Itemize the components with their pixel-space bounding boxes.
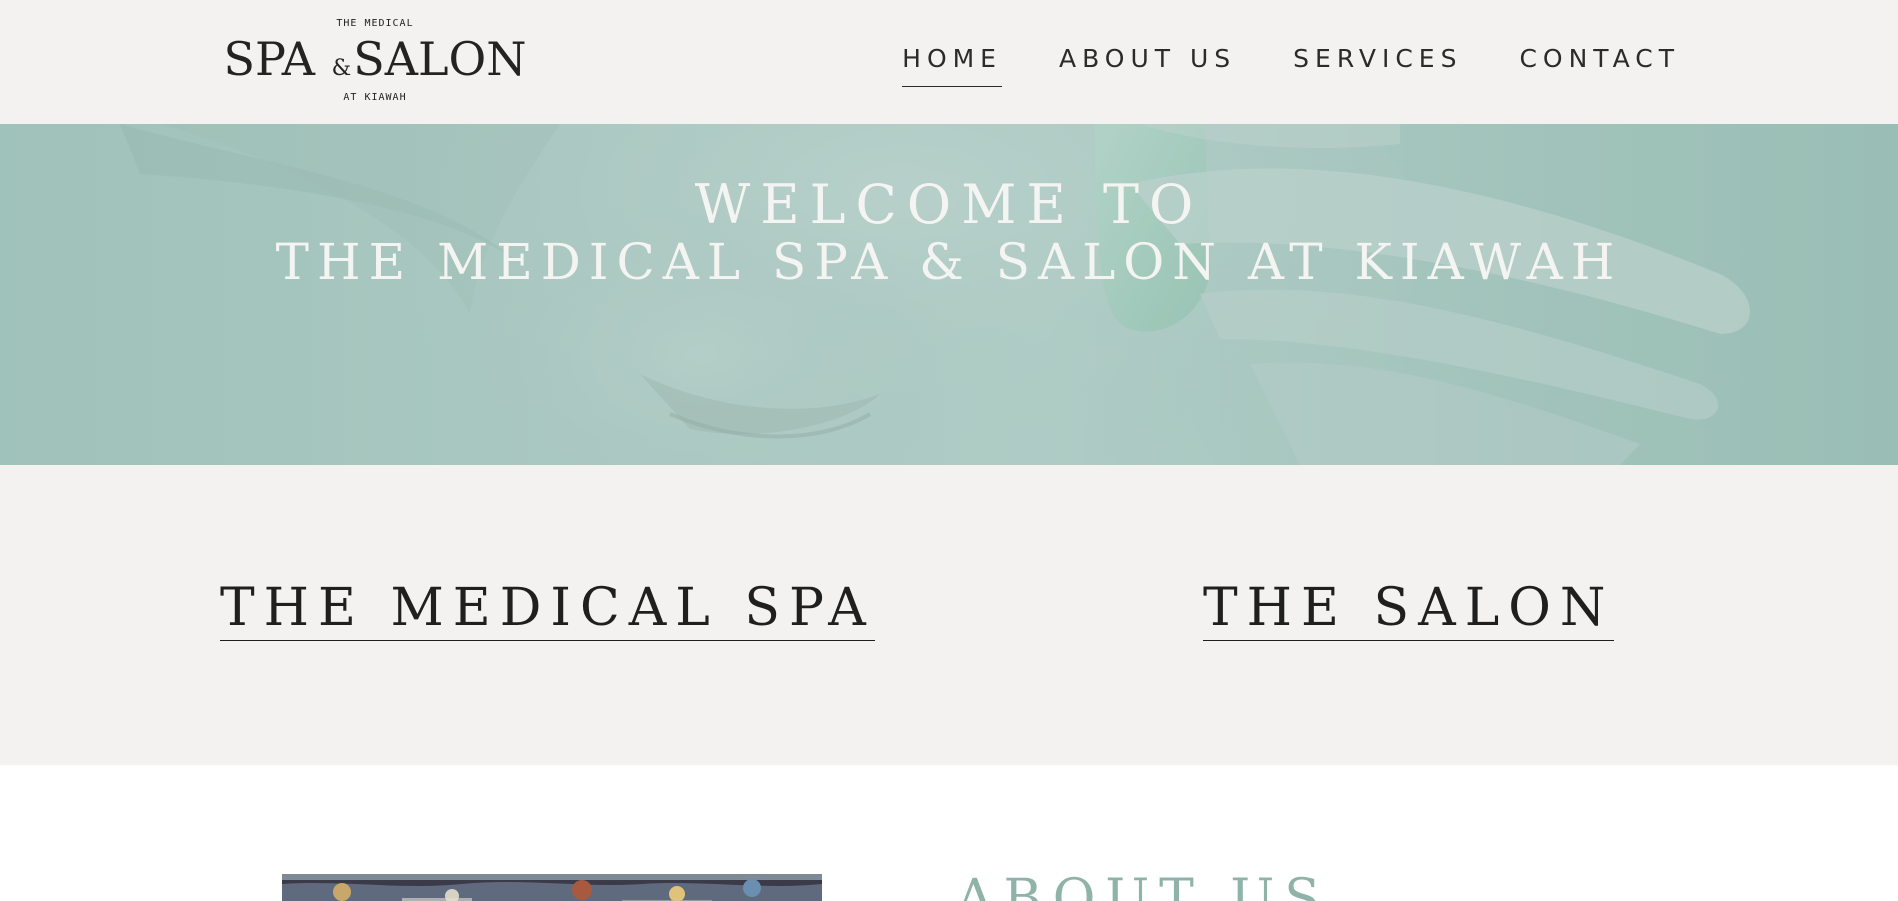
logo-ampersand: & <box>331 56 352 81</box>
hero-heading-line2: THE MEDICAL SPA & SALON AT KIAWAH <box>275 233 1623 291</box>
logo-top-text: THE MEDICAL <box>336 18 414 29</box>
logo-bottom-text: AT KIAWAH <box>343 92 407 103</box>
logo-salon: SALON <box>353 32 527 86</box>
about-heading: ABOUT US <box>956 869 1330 901</box>
about-image-art <box>282 874 822 901</box>
hero-banner: WELCOME TO THE MEDICAL SPA & SALON AT KI… <box>0 124 1898 465</box>
about-section: ABOUT US <box>0 765 1898 901</box>
salon-link[interactable]: THE SALON <box>1203 578 1615 641</box>
hero-heading: WELCOME TO THE MEDICAL SPA & SALON AT KI… <box>0 173 1898 291</box>
nav-about-us[interactable]: ABOUT US <box>1059 40 1236 87</box>
nav-home[interactable]: HOME <box>902 40 1002 87</box>
spa-salon-split: THE MEDICAL SPA THE SALON <box>0 465 1898 765</box>
logo-spa: SPA <box>223 32 315 86</box>
nav-contact[interactable]: CONTACT <box>1519 40 1680 87</box>
hero-heading-line1: WELCOME TO <box>694 173 1204 236</box>
about-image <box>282 874 822 901</box>
logo-main-text: SPA &SALON <box>220 34 530 94</box>
site-header: THE MEDICAL SPA &SALON AT KIAWAH HOME AB… <box>0 0 1898 124</box>
medical-spa-link[interactable]: THE MEDICAL SPA <box>220 578 875 641</box>
main-nav: HOME ABOUT US SERVICES CONTACT <box>902 40 1680 87</box>
nav-services[interactable]: SERVICES <box>1293 40 1462 87</box>
site-logo[interactable]: THE MEDICAL SPA &SALON AT KIAWAH <box>220 14 530 106</box>
